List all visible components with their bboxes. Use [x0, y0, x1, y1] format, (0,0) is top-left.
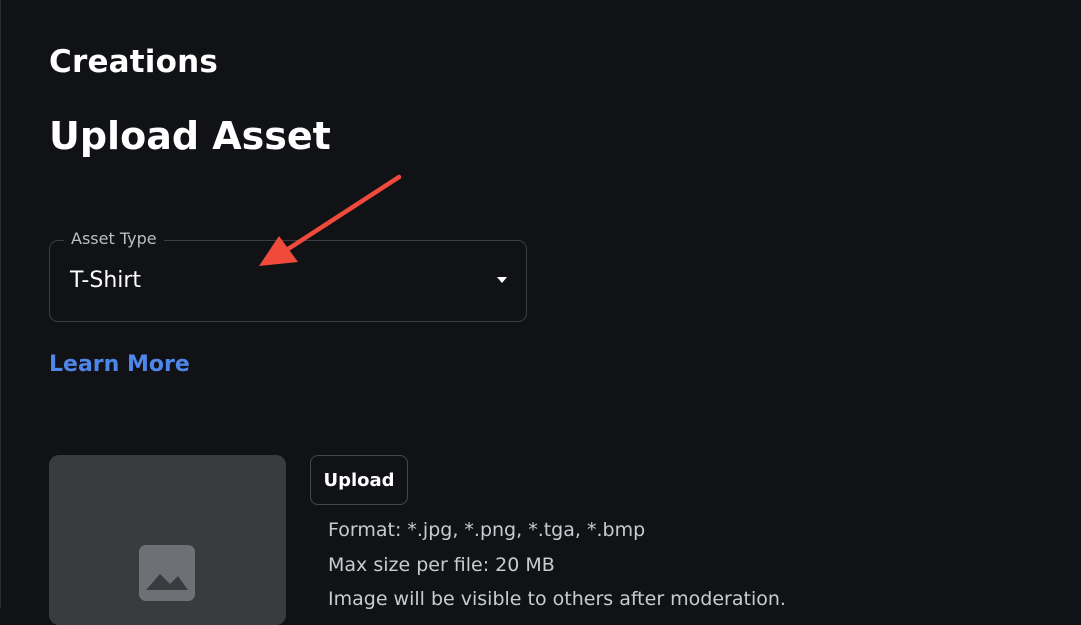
upload-max-size-info: Max size per file: 20 MB [328, 554, 555, 576]
image-placeholder-icon [139, 545, 195, 601]
asset-preview-placeholder [49, 455, 286, 625]
section-title: Creations [49, 44, 219, 80]
upload-visibility-info: Image will be visible to others after mo… [328, 588, 786, 610]
page-title: Upload Asset [49, 114, 331, 158]
upload-button[interactable]: Upload [310, 455, 408, 505]
asset-type-select[interactable]: Asset Type T-Shirt [49, 229, 527, 322]
learn-more-link[interactable]: Learn More [49, 352, 190, 377]
asset-type-value: T-Shirt [70, 268, 142, 293]
asset-type-label: Asset Type [64, 229, 164, 248]
dropdown-caret-icon [497, 277, 507, 283]
upload-format-info: Format: *.jpg, *.png, *.tga, *.bmp [328, 519, 646, 541]
page-left-border [0, 0, 1, 608]
